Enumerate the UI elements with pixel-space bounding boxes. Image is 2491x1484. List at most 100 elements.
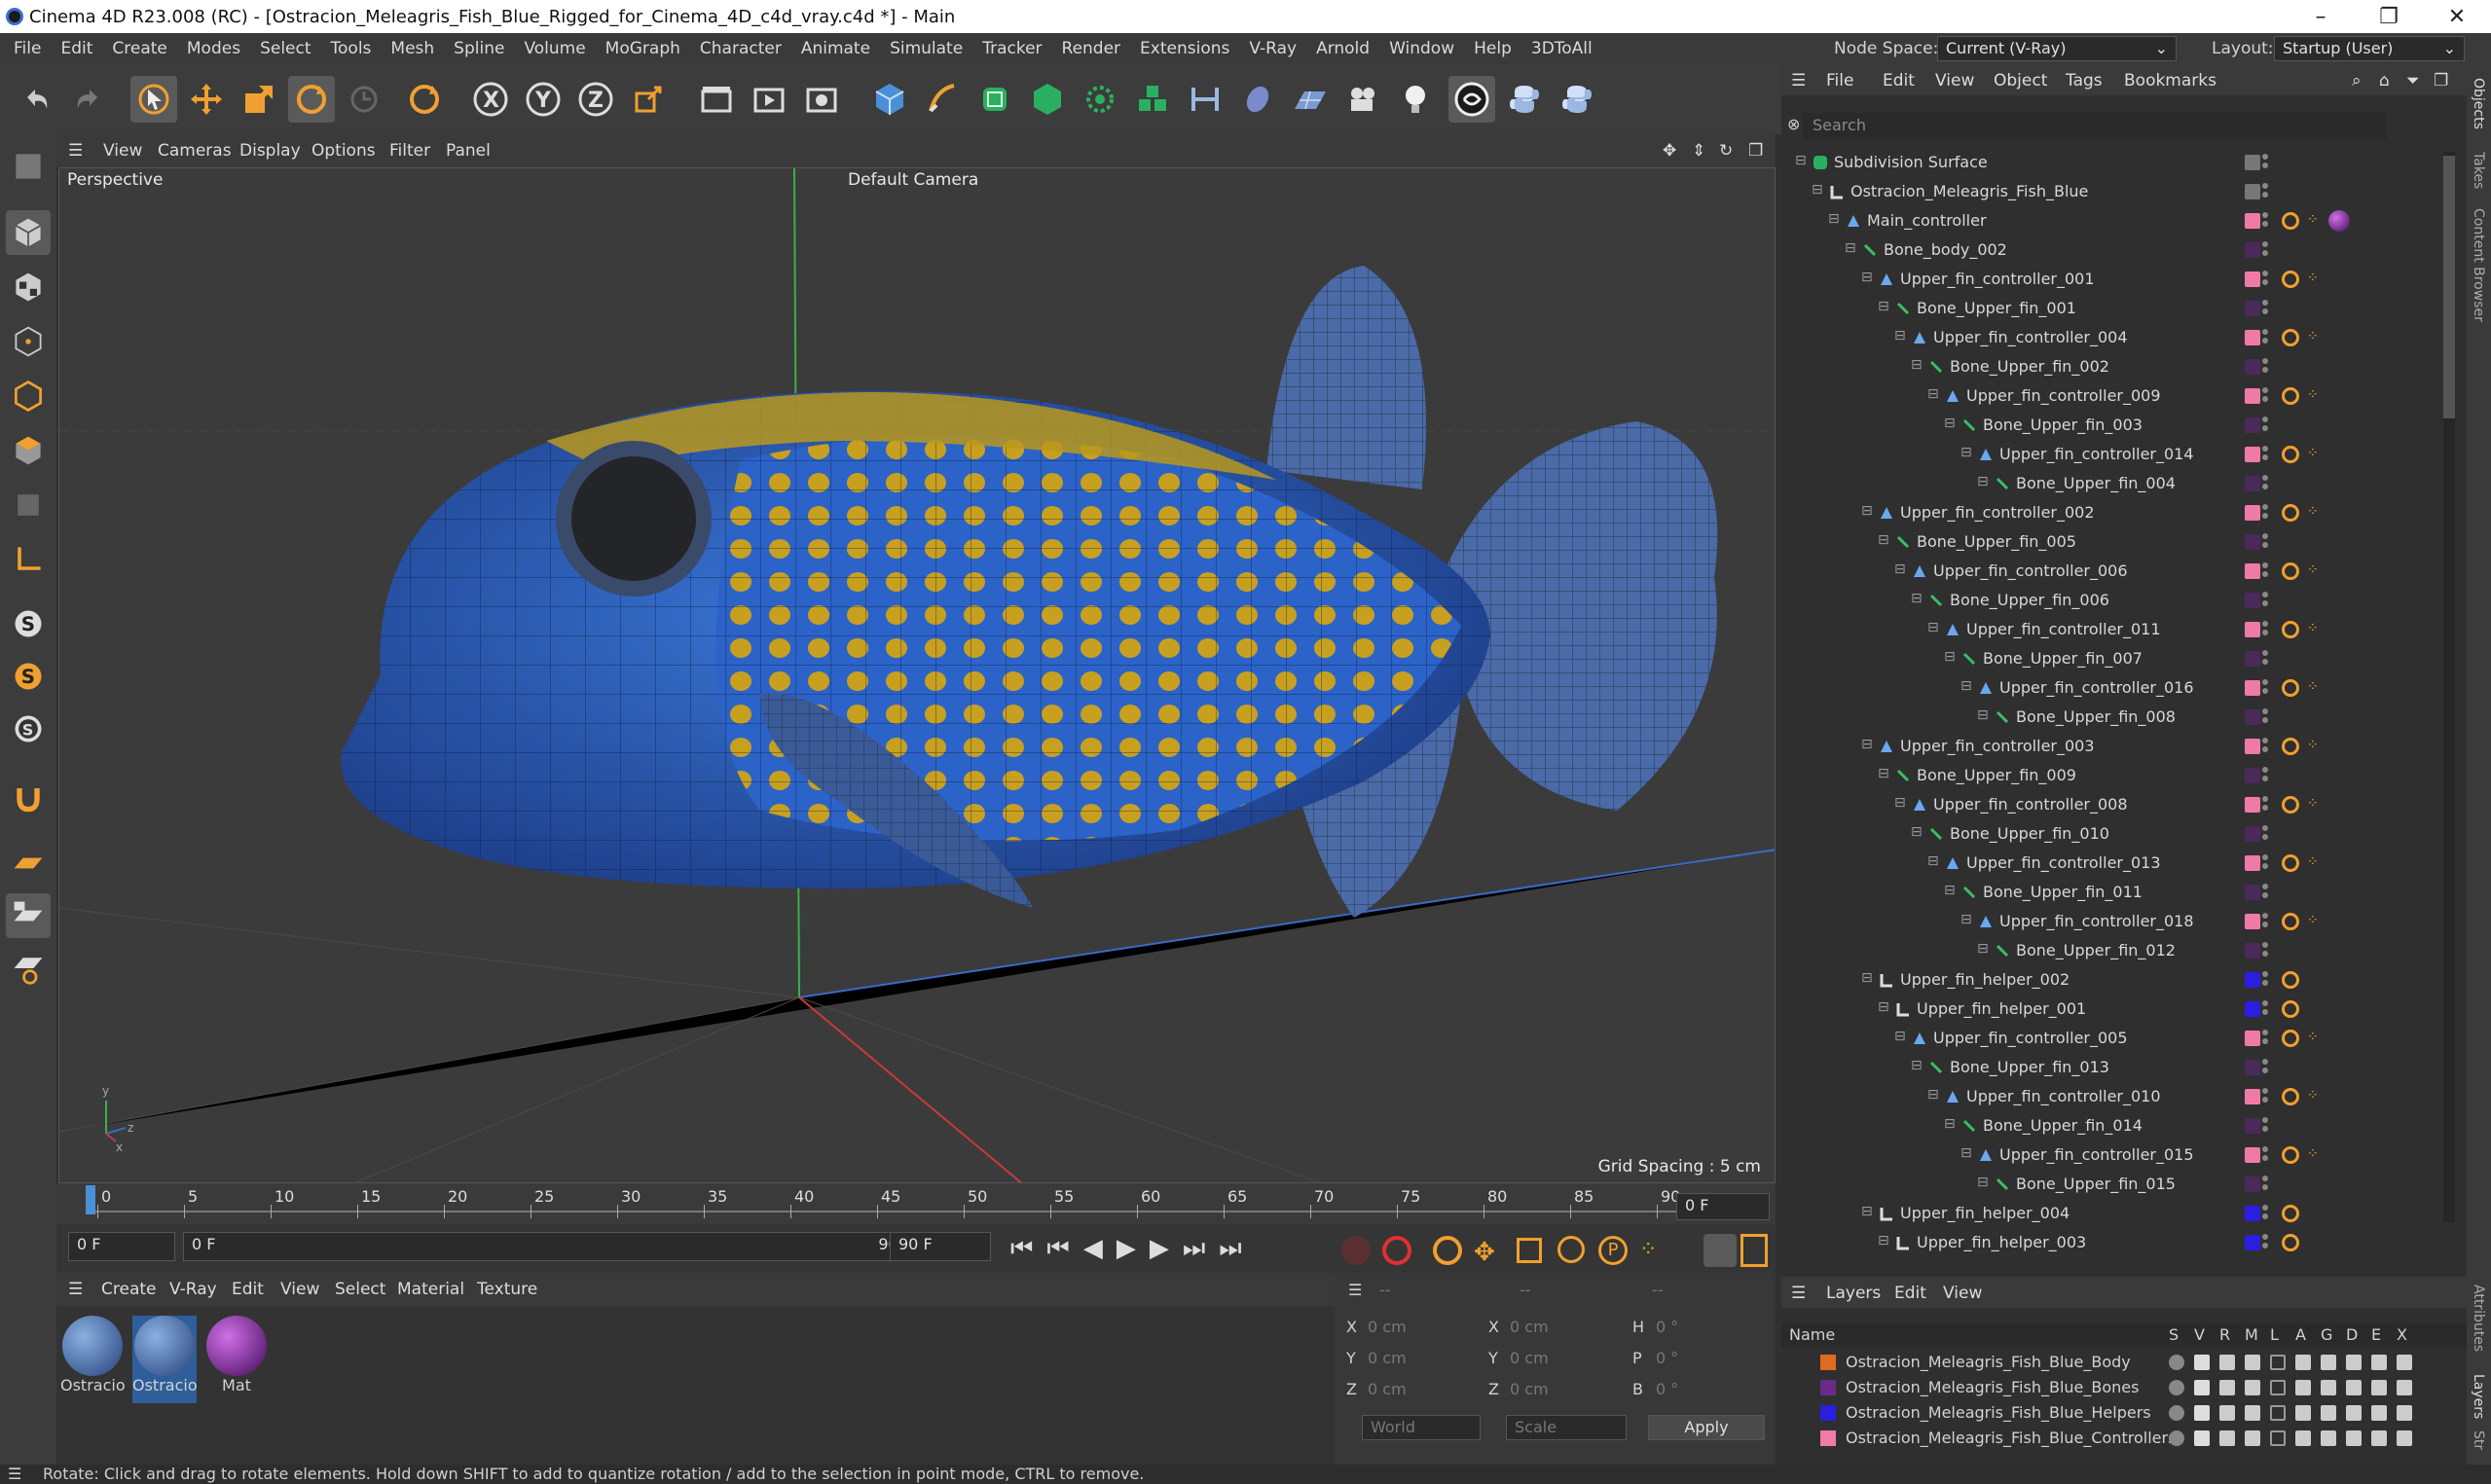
expand-toggle-icon[interactable]: ⊟	[1960, 678, 1972, 694]
menu-3dtoall[interactable]: 3DToAll	[1531, 39, 1593, 58]
layer-row[interactable]: Ostracion_Meleagris_Fish_Blue_Bones	[1781, 1376, 2467, 1400]
object-search-input[interactable]: Search	[1803, 113, 2387, 140]
object-row[interactable]: ⊟ Upper_fin_controller_018 ⁘	[1781, 907, 2443, 936]
layer-color-swatch[interactable]	[2245, 155, 2260, 170]
constraint-tag-icon[interactable]: ⁘	[2307, 1030, 2319, 1045]
visibility-dots[interactable]	[2262, 1232, 2272, 1253]
light-button[interactable]	[1392, 76, 1439, 123]
object-name[interactable]: Upper_fin_controller_009	[1966, 386, 2161, 405]
move-tool-button[interactable]	[183, 76, 230, 123]
layer-color-swatch[interactable]	[2245, 301, 2260, 316]
visibility-dots[interactable]	[2262, 823, 2272, 845]
menu-help[interactable]: Help	[1474, 39, 1512, 58]
layer-color-swatch[interactable]	[2245, 914, 2260, 929]
menu-tracker[interactable]: Tracker	[982, 39, 1042, 58]
object-name[interactable]: Bone_Upper_fin_007	[1983, 649, 2143, 668]
object-name[interactable]: Upper_fin_helper_002	[1900, 970, 2070, 989]
material-swatch[interactable]: Mat	[204, 1316, 269, 1403]
viewport-menu-view[interactable]: View	[103, 141, 142, 161]
object-row[interactable]: ⊟ Upper_fin_controller_001 ⁘	[1781, 265, 2443, 294]
visibility-dots[interactable]	[2262, 181, 2272, 202]
model-mode-button[interactable]	[6, 210, 51, 255]
layer-color-swatch[interactable]	[2245, 680, 2260, 696]
expand-toggle-icon[interactable]: ⊟	[1812, 182, 1823, 198]
redo-button[interactable]	[64, 76, 111, 123]
play-icon[interactable]	[2295, 1430, 2311, 1446]
menu-extensions[interactable]: Extensions	[1140, 39, 1229, 58]
z-axis-button[interactable]: Z	[572, 76, 619, 123]
menu-create[interactable]: Create	[112, 39, 167, 58]
object-name[interactable]: Upper_fin_controller_013	[1966, 853, 2161, 872]
object-scrollbar[interactable]	[2443, 152, 2455, 1222]
coordinate-space-dropdown[interactable]: World	[1362, 1415, 1481, 1440]
generator-icon[interactable]	[2321, 1430, 2336, 1446]
object-row[interactable]: ⊟ Upper_fin_helper_001	[1781, 995, 2443, 1024]
object-name[interactable]: Upper_fin_controller_011	[1966, 620, 2161, 638]
locked-workplane-button[interactable]	[6, 893, 51, 938]
symmetry-button[interactable]: S	[6, 706, 51, 751]
protection-tag-icon[interactable]	[2282, 387, 2299, 405]
object-name[interactable]: Upper_fin_controller_016	[1999, 678, 2194, 697]
hamburger-icon[interactable]: ☰	[1791, 71, 1806, 90]
visibility-dots[interactable]	[2262, 327, 2272, 348]
visibility-dots[interactable]	[2262, 210, 2272, 232]
object-menu-edit[interactable]: Edit	[1883, 71, 1915, 90]
layer-color-swatch[interactable]	[2245, 943, 2260, 959]
object-name[interactable]: Upper_fin_controller_018	[1999, 912, 2194, 930]
search-icon[interactable]: ⌕	[2352, 71, 2362, 90]
object-row[interactable]: ⊟ Upper_fin_helper_004	[1781, 1199, 2443, 1228]
object-name[interactable]: Bone_Upper_fin_010	[1950, 824, 2109, 843]
expand-toggle-icon[interactable]: ⊟	[1894, 795, 1906, 811]
mograph-button[interactable]	[1129, 76, 1176, 123]
viewport-menu-cameras[interactable]: Cameras	[158, 141, 232, 161]
deformer-button[interactable]	[1182, 76, 1228, 123]
expression-icon[interactable]	[2371, 1405, 2387, 1421]
filter-icon[interactable]: ⏷	[2406, 71, 2420, 90]
menu-edit[interactable]: Edit	[60, 39, 92, 58]
object-row[interactable]: ⊟ Upper_fin_controller_003 ⁘	[1781, 732, 2443, 761]
apply-button[interactable]: Apply	[1648, 1415, 1765, 1440]
menu-animate[interactable]: Animate	[801, 39, 870, 58]
lock-icon[interactable]	[2270, 1355, 2286, 1370]
visibility-dots[interactable]	[2262, 1144, 2272, 1166]
field-button[interactable]	[1234, 76, 1281, 123]
visibility-dots[interactable]	[2262, 415, 2272, 436]
layer-row[interactable]: Ostracion_Meleagris_Fish_Blue_Controller…	[1781, 1427, 2467, 1451]
object-row[interactable]: ⊟ Bone_Upper_fin_015	[1781, 1170, 2443, 1199]
expand-toggle-icon[interactable]: ⊟	[1911, 591, 1923, 606]
tab-content-browser[interactable]: Content Browser	[2471, 208, 2486, 322]
object-name[interactable]: Upper_fin_controller_014	[1999, 445, 2194, 463]
layer-color-swatch[interactable]	[2245, 184, 2260, 199]
constraint-tag-icon[interactable]: ⁘	[2307, 1146, 2319, 1162]
scale-tool-button[interactable]	[236, 76, 282, 123]
object-menu-tags[interactable]: Tags	[2066, 71, 2103, 90]
layer-color-swatch[interactable]	[2245, 972, 2260, 988]
expand-toggle-icon[interactable]: ⊟	[1861, 970, 1873, 986]
layer-color-swatch[interactable]	[2245, 1118, 2260, 1134]
deformer-icon[interactable]	[2346, 1430, 2362, 1446]
layer-color-swatch[interactable]	[1820, 1355, 1836, 1370]
minimize-button[interactable]: –	[2291, 0, 2350, 33]
constraint-tag-icon[interactable]: ⁘	[2307, 271, 2319, 286]
play-icon[interactable]: ▶	[1117, 1234, 1150, 1263]
expand-toggle-icon[interactable]: ⊟	[1911, 824, 1923, 840]
viewport-menu-filter[interactable]: Filter	[389, 141, 430, 161]
close-button[interactable]: ✕	[2428, 0, 2486, 33]
object-menu-file[interactable]: File	[1826, 71, 1853, 90]
visibility-dots[interactable]	[2262, 531, 2272, 553]
object-menu-bookmarks[interactable]: Bookmarks	[2124, 71, 2216, 90]
layer-row[interactable]: Ostracion_Meleagris_Fish_Blue_Body	[1781, 1351, 2467, 1375]
expand-toggle-icon[interactable]: ⊟	[1878, 766, 1889, 781]
object-row[interactable]: ⊟ Upper_fin_controller_011 ⁘	[1781, 615, 2443, 644]
object-name[interactable]: Bone_body_002	[1884, 240, 2007, 259]
object-name[interactable]: Upper_fin_controller_004	[1933, 328, 2128, 346]
rotate-alt-button[interactable]	[401, 76, 448, 123]
object-row[interactable]: ⊟ Bone_Upper_fin_003	[1781, 411, 2443, 440]
manager-icon[interactable]	[2245, 1355, 2260, 1370]
object-name[interactable]: Upper_fin_controller_006	[1933, 561, 2128, 580]
layer-color-swatch[interactable]	[2245, 885, 2260, 900]
protection-tag-icon[interactable]	[2282, 1000, 2299, 1018]
layer-color-swatch[interactable]	[2245, 709, 2260, 725]
visibility-dots[interactable]	[2262, 1115, 2272, 1137]
eye-icon[interactable]	[2194, 1380, 2210, 1395]
